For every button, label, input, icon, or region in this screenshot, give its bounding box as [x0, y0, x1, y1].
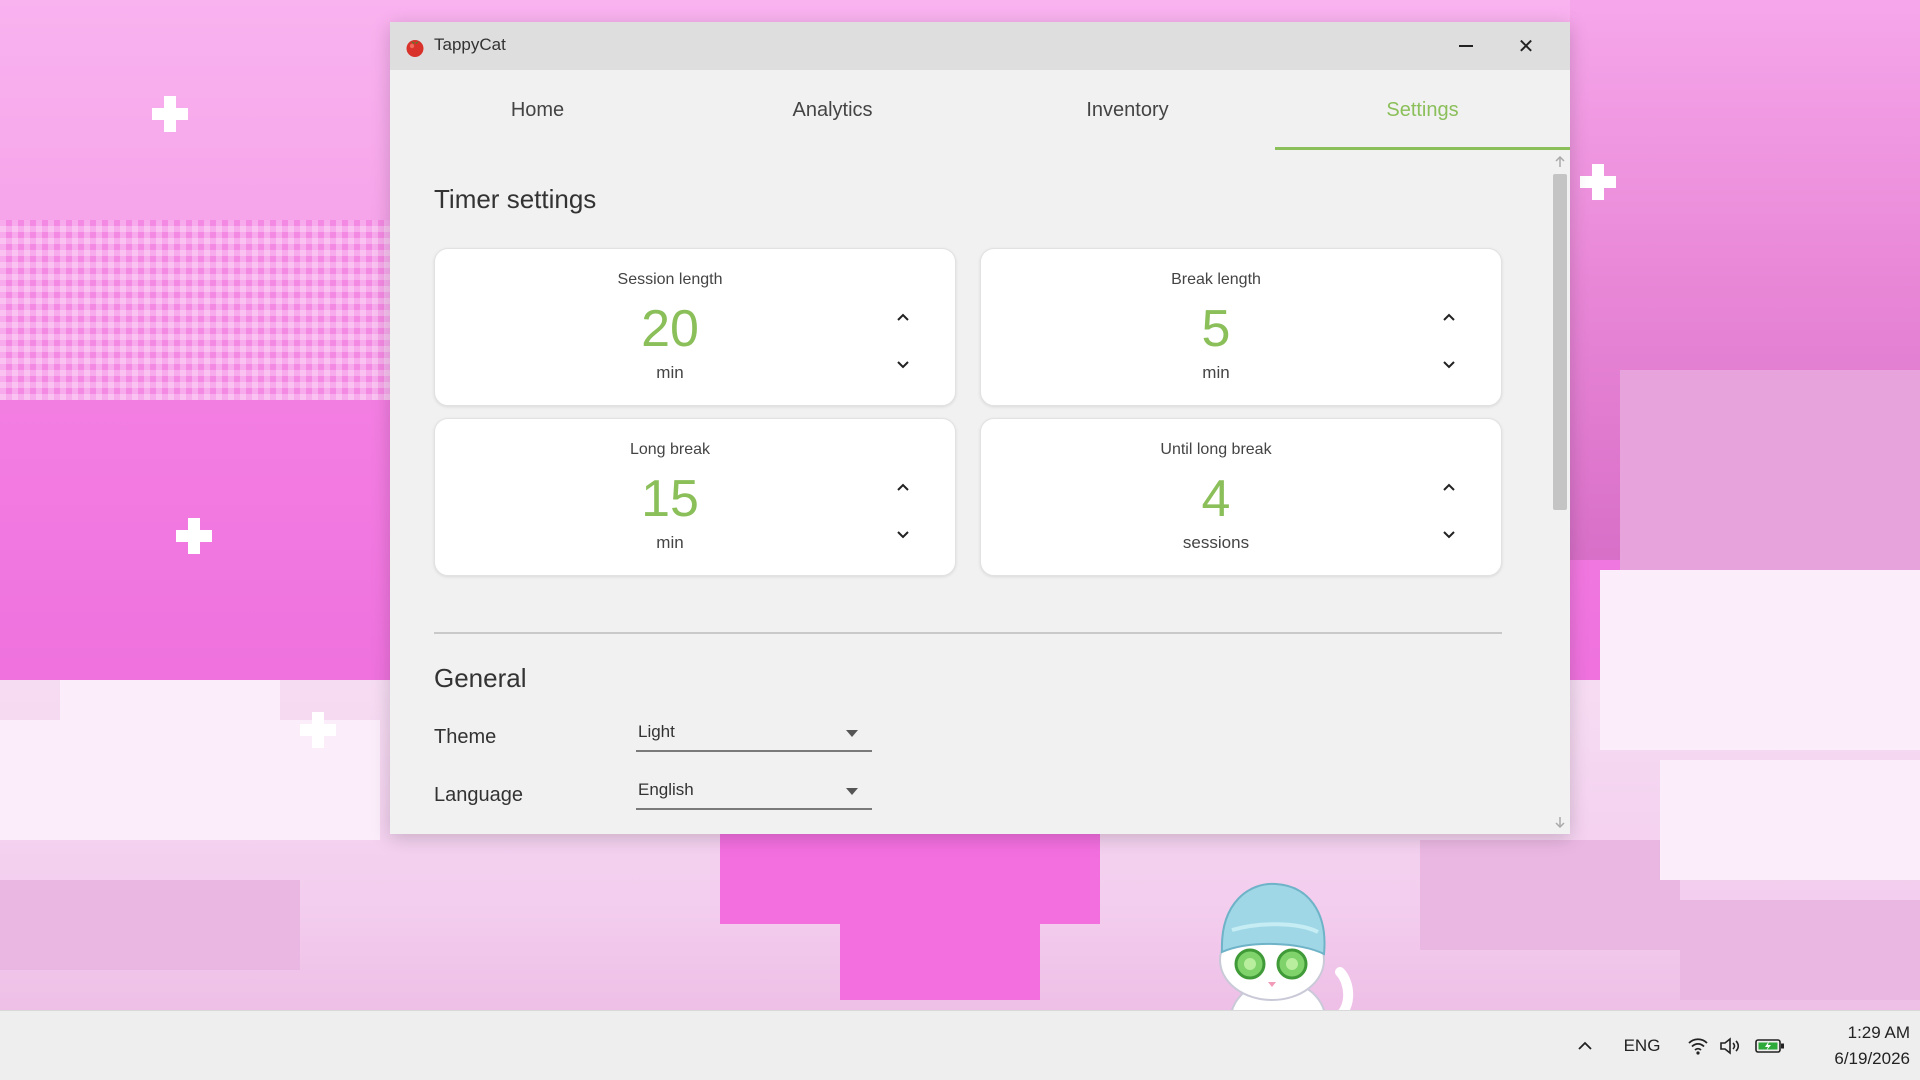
break-length-decrease-button[interactable]: [1437, 353, 1461, 377]
card-value: 15: [641, 470, 699, 528]
card-value: 4: [1201, 470, 1231, 528]
chevron-down-icon: [897, 531, 909, 539]
close-button[interactable]: ✕: [1498, 22, 1554, 70]
wallpaper-cloud: [60, 680, 280, 740]
clock-date: 6/19/2026: [1834, 1049, 1910, 1068]
session-length-card: Session length 20 min: [434, 248, 956, 406]
show-hidden-icons-button[interactable]: [1570, 1011, 1600, 1080]
caret-down-icon: [846, 730, 858, 737]
chevron-up-icon: [1443, 483, 1455, 491]
tab-settings[interactable]: Settings: [1275, 70, 1570, 150]
card-label: Session length: [617, 271, 723, 288]
clock-time: 1:29 AM: [1847, 1023, 1910, 1042]
speaker-icon: [1720, 1037, 1740, 1055]
card-value: 20: [641, 300, 699, 358]
wallpaper-sparkle: [176, 518, 212, 554]
chevron-down-icon: [1443, 531, 1455, 539]
close-icon: ✕: [1517, 35, 1535, 58]
wallpaper-cloud: [1660, 760, 1920, 880]
input-language-indicator[interactable]: ENG: [1618, 1011, 1666, 1080]
clock-button[interactable]: 1:29 AM 6/19/2026: [1800, 1023, 1910, 1069]
tomato-icon: [406, 40, 424, 57]
scroll-up-button[interactable]: [1552, 154, 1568, 170]
scroll-down-button[interactable]: [1552, 814, 1568, 830]
theme-select-value: Light: [638, 722, 675, 741]
wallpaper-sparkle: [1580, 164, 1616, 200]
session-length-increase-button[interactable]: [891, 305, 915, 329]
wallpaper-right-block: [1620, 370, 1920, 570]
theme-select[interactable]: Light: [636, 716, 872, 752]
wifi-button[interactable]: [1684, 1011, 1712, 1080]
card-unit: min: [656, 533, 684, 552]
battery-button[interactable]: [1752, 1011, 1788, 1080]
wallpaper-cloud: [840, 920, 1040, 1000]
until-long-break-decrease-button[interactable]: [1437, 523, 1461, 547]
wallpaper-sparkle: [152, 96, 188, 132]
card-label: Until long break: [1160, 441, 1272, 458]
theme-label: Theme: [434, 726, 497, 748]
until-long-break-increase-button[interactable]: [1437, 475, 1461, 499]
wifi-icon: [1688, 1038, 1708, 1055]
card-unit: sessions: [1182, 533, 1250, 552]
long-break-increase-button[interactable]: [891, 475, 915, 499]
card-label: Long break: [629, 441, 711, 458]
scrollbar-thumb[interactable]: [1553, 174, 1567, 510]
until-long-break-card: Until long break 4 sessions: [980, 418, 1502, 576]
card-unit: min: [1202, 363, 1230, 382]
language-label: Language: [434, 784, 523, 806]
caret-down-icon: [846, 788, 858, 795]
tab-analytics[interactable]: Analytics: [685, 70, 980, 150]
arrow-up-icon: [1555, 156, 1565, 167]
chevron-down-icon: [897, 361, 909, 369]
wallpaper-cloud: [1680, 900, 1920, 1000]
break-length-increase-button[interactable]: [1437, 305, 1461, 329]
wallpaper-cloud: [720, 834, 1100, 924]
break-length-card: Break length 5 min: [980, 248, 1502, 406]
wallpaper-cloud: [0, 880, 300, 970]
card-value: 5: [1201, 300, 1231, 358]
app-window: TappyCat ✕ Home Analytics Inventory Sett…: [390, 22, 1570, 834]
taskbar: ENG 1:29 AM 6/19/2026: [0, 1010, 1920, 1080]
card-label: Break length: [1171, 271, 1261, 288]
wallpaper-sparkle: [300, 712, 336, 748]
minimize-button[interactable]: [1438, 22, 1494, 70]
language-select[interactable]: English: [636, 774, 872, 810]
section-divider: [434, 632, 1502, 634]
tab-inventory[interactable]: Inventory: [980, 70, 1275, 150]
wallpaper-cloud: [1600, 570, 1920, 750]
general-heading: General: [434, 663, 527, 693]
chevron-down-icon: [1443, 361, 1455, 369]
long-break-card: Long break 15 min: [434, 418, 956, 576]
title-bar[interactable]: TappyCat ✕: [390, 22, 1570, 70]
arrow-down-icon: [1555, 817, 1565, 828]
tab-home[interactable]: Home: [390, 70, 685, 150]
chevron-up-icon: [1578, 1041, 1592, 1050]
long-break-decrease-button[interactable]: [891, 523, 915, 547]
window-title: TappyCat: [434, 35, 506, 54]
wallpaper-cloud: [1420, 840, 1680, 950]
minimize-icon: [1459, 45, 1473, 47]
battery-icon: [1755, 1039, 1784, 1053]
vertical-scrollbar[interactable]: [1550, 150, 1570, 834]
tab-bar: Home Analytics Inventory Settings: [390, 70, 1570, 150]
volume-button[interactable]: [1716, 1011, 1744, 1080]
timer-settings-heading: Timer settings: [434, 184, 597, 214]
chevron-up-icon: [1443, 313, 1455, 321]
language-select-value: English: [638, 780, 694, 799]
chevron-up-icon: [897, 313, 909, 321]
card-unit: min: [656, 363, 684, 382]
session-length-decrease-button[interactable]: [891, 353, 915, 377]
chevron-up-icon: [897, 483, 909, 491]
settings-content: Timer settings Session length 20 min Bre…: [390, 150, 1550, 834]
